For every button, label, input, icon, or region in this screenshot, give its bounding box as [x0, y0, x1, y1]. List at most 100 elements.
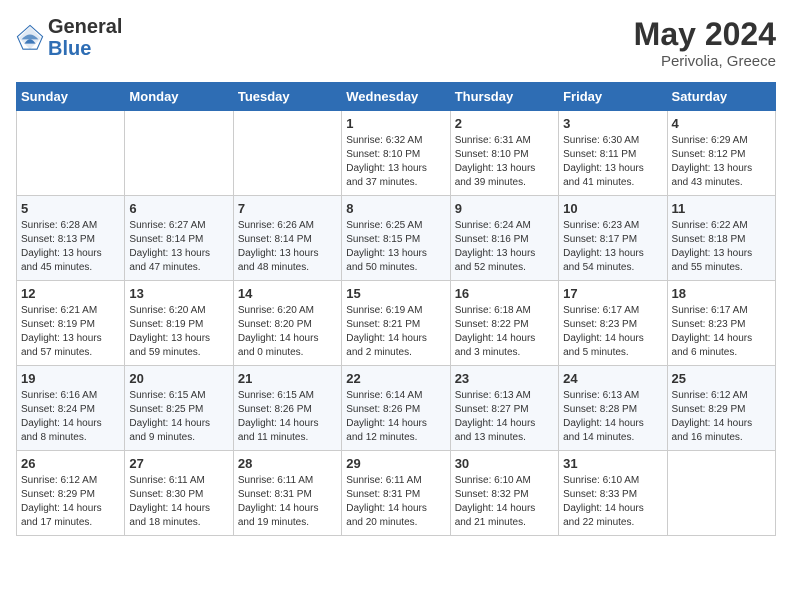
- day-info: Sunrise: 6:28 AM Sunset: 8:13 PM Dayligh…: [21, 219, 120, 275]
- table-row: 20 Sunrise: 6:15 AM Sunset: 8:25 PM Dayli…: [125, 366, 233, 451]
- table-row: 29 Sunrise: 6:11 AM Sunset: 8:31 PM Dayli…: [342, 451, 450, 536]
- day-info: Sunrise: 6:16 AM Sunset: 8:24 PM Dayligh…: [21, 389, 120, 445]
- day-info: Sunrise: 6:17 AM Sunset: 8:23 PM Dayligh…: [672, 304, 771, 360]
- day-info: Sunrise: 6:11 AM Sunset: 8:30 PM Dayligh…: [129, 474, 228, 530]
- day-info: Sunrise: 6:11 AM Sunset: 8:31 PM Dayligh…: [238, 474, 337, 530]
- table-row: 26 Sunrise: 6:12 AM Sunset: 8:29 PM Dayli…: [17, 451, 125, 536]
- table-row: 31 Sunrise: 6:10 AM Sunset: 8:33 PM Dayli…: [559, 451, 667, 536]
- header-friday: Friday: [559, 83, 667, 111]
- day-info: Sunrise: 6:22 AM Sunset: 8:18 PM Dayligh…: [672, 219, 771, 275]
- day-number: 3: [563, 116, 662, 131]
- day-info: Sunrise: 6:31 AM Sunset: 8:10 PM Dayligh…: [455, 134, 554, 190]
- table-row: 5 Sunrise: 6:28 AM Sunset: 8:13 PM Daylig…: [17, 196, 125, 281]
- day-number: 25: [672, 371, 771, 386]
- table-row: 17 Sunrise: 6:17 AM Sunset: 8:23 PM Dayli…: [559, 281, 667, 366]
- day-number: 20: [129, 371, 228, 386]
- day-number: 1: [346, 116, 445, 131]
- logo-blue-text: Blue: [48, 38, 91, 60]
- header-tuesday: Tuesday: [233, 83, 341, 111]
- table-row: [667, 451, 775, 536]
- calendar-week-row: 19 Sunrise: 6:16 AM Sunset: 8:24 PM Dayli…: [17, 366, 776, 451]
- day-info: Sunrise: 6:12 AM Sunset: 8:29 PM Dayligh…: [21, 474, 120, 530]
- table-row: 19 Sunrise: 6:16 AM Sunset: 8:24 PM Dayli…: [17, 366, 125, 451]
- day-info: Sunrise: 6:14 AM Sunset: 8:26 PM Dayligh…: [346, 389, 445, 445]
- table-row: 18 Sunrise: 6:17 AM Sunset: 8:23 PM Dayli…: [667, 281, 775, 366]
- day-info: Sunrise: 6:20 AM Sunset: 8:19 PM Dayligh…: [129, 304, 228, 360]
- location-subtitle: Perivolia, Greece: [634, 53, 776, 70]
- table-row: 14 Sunrise: 6:20 AM Sunset: 8:20 PM Dayli…: [233, 281, 341, 366]
- day-info: Sunrise: 6:11 AM Sunset: 8:31 PM Dayligh…: [346, 474, 445, 530]
- day-info: Sunrise: 6:10 AM Sunset: 8:33 PM Dayligh…: [563, 474, 662, 530]
- table-row: 9 Sunrise: 6:24 AM Sunset: 8:16 PM Daylig…: [450, 196, 558, 281]
- table-row: 13Sunrise: 6:20 AM Sunset: 8:19 PM Dayli…: [125, 281, 233, 366]
- day-number: 29: [346, 456, 445, 471]
- header-sunday: Sunday: [17, 83, 125, 111]
- day-number: 8: [346, 201, 445, 216]
- table-row: 28 Sunrise: 6:11 AM Sunset: 8:31 PM Dayli…: [233, 451, 341, 536]
- table-row: 3 Sunrise: 6:30 AM Sunset: 8:11 PM Daylig…: [559, 111, 667, 196]
- day-number: 24: [563, 371, 662, 386]
- month-year-title: May 2024: [634, 16, 776, 53]
- calendar-week-row: 5 Sunrise: 6:28 AM Sunset: 8:13 PM Daylig…: [17, 196, 776, 281]
- calendar-week-row: 26 Sunrise: 6:12 AM Sunset: 8:29 PM Dayli…: [17, 451, 776, 536]
- day-number: 5: [21, 201, 120, 216]
- table-row: 4Sunrise: 6:29 AM Sunset: 8:12 PM Daylig…: [667, 111, 775, 196]
- table-row: 15 Sunrise: 6:19 AM Sunset: 8:21 PM Dayli…: [342, 281, 450, 366]
- day-info: Sunrise: 6:15 AM Sunset: 8:26 PM Dayligh…: [238, 389, 337, 445]
- day-number: 15: [346, 286, 445, 301]
- table-row: [233, 111, 341, 196]
- day-info: Sunrise: 6:24 AM Sunset: 8:16 PM Dayligh…: [455, 219, 554, 275]
- day-number: 11: [672, 201, 771, 216]
- table-row: 7Sunrise: 6:26 AM Sunset: 8:14 PM Daylig…: [233, 196, 341, 281]
- day-number: 14: [238, 286, 337, 301]
- day-number: 12: [21, 286, 120, 301]
- table-row: 2Sunrise: 6:31 AM Sunset: 8:10 PM Daylig…: [450, 111, 558, 196]
- table-row: 11 Sunrise: 6:22 AM Sunset: 8:18 PM Dayli…: [667, 196, 775, 281]
- logo: General Blue: [16, 16, 122, 60]
- table-row: 1 Sunrise: 6:32 AM Sunset: 8:10 PM Daylig…: [342, 111, 450, 196]
- day-info: Sunrise: 6:25 AM Sunset: 8:15 PM Dayligh…: [346, 219, 445, 275]
- day-number: 17: [563, 286, 662, 301]
- day-info: Sunrise: 6:19 AM Sunset: 8:21 PM Dayligh…: [346, 304, 445, 360]
- title-block: May 2024 Perivolia, Greece: [634, 16, 776, 70]
- header-wednesday: Wednesday: [342, 83, 450, 111]
- day-number: 22: [346, 371, 445, 386]
- day-info: Sunrise: 6:30 AM Sunset: 8:11 PM Dayligh…: [563, 134, 662, 190]
- table-row: 6Sunrise: 6:27 AM Sunset: 8:14 PM Daylig…: [125, 196, 233, 281]
- day-info: Sunrise: 6:29 AM Sunset: 8:12 PM Dayligh…: [672, 134, 771, 190]
- day-number: 28: [238, 456, 337, 471]
- table-row: 22 Sunrise: 6:14 AM Sunset: 8:26 PM Dayli…: [342, 366, 450, 451]
- calendar-week-row: 1 Sunrise: 6:32 AM Sunset: 8:10 PM Daylig…: [17, 111, 776, 196]
- calendar-table: Sunday Monday Tuesday Wednesday Thursday…: [16, 82, 776, 536]
- table-row: 12Sunrise: 6:21 AM Sunset: 8:19 PM Dayli…: [17, 281, 125, 366]
- table-row: 27Sunrise: 6:11 AM Sunset: 8:30 PM Dayli…: [125, 451, 233, 536]
- day-info: Sunrise: 6:23 AM Sunset: 8:17 PM Dayligh…: [563, 219, 662, 275]
- day-number: 9: [455, 201, 554, 216]
- day-number: 18: [672, 286, 771, 301]
- logo-text: General Blue: [48, 16, 122, 60]
- page-header: General Blue May 2024 Perivolia, Greece: [16, 16, 776, 70]
- day-info: Sunrise: 6:17 AM Sunset: 8:23 PM Dayligh…: [563, 304, 662, 360]
- calendar-week-row: 12Sunrise: 6:21 AM Sunset: 8:19 PM Dayli…: [17, 281, 776, 366]
- day-info: Sunrise: 6:18 AM Sunset: 8:22 PM Dayligh…: [455, 304, 554, 360]
- day-number: 26: [21, 456, 120, 471]
- table-row: 24Sunrise: 6:13 AM Sunset: 8:28 PM Dayli…: [559, 366, 667, 451]
- day-info: Sunrise: 6:13 AM Sunset: 8:27 PM Dayligh…: [455, 389, 554, 445]
- day-info: Sunrise: 6:20 AM Sunset: 8:20 PM Dayligh…: [238, 304, 337, 360]
- day-number: 16: [455, 286, 554, 301]
- table-row: 25Sunrise: 6:12 AM Sunset: 8:29 PM Dayli…: [667, 366, 775, 451]
- table-row: [17, 111, 125, 196]
- table-row: 21 Sunrise: 6:15 AM Sunset: 8:26 PM Dayli…: [233, 366, 341, 451]
- day-number: 31: [563, 456, 662, 471]
- header-saturday: Saturday: [667, 83, 775, 111]
- day-number: 21: [238, 371, 337, 386]
- day-info: Sunrise: 6:27 AM Sunset: 8:14 PM Dayligh…: [129, 219, 228, 275]
- table-row: 8 Sunrise: 6:25 AM Sunset: 8:15 PM Daylig…: [342, 196, 450, 281]
- day-number: 10: [563, 201, 662, 216]
- day-info: Sunrise: 6:15 AM Sunset: 8:25 PM Dayligh…: [129, 389, 228, 445]
- day-info: Sunrise: 6:32 AM Sunset: 8:10 PM Dayligh…: [346, 134, 445, 190]
- header-thursday: Thursday: [450, 83, 558, 111]
- day-info: Sunrise: 6:26 AM Sunset: 8:14 PM Dayligh…: [238, 219, 337, 275]
- day-number: 19: [21, 371, 120, 386]
- day-number: 23: [455, 371, 554, 386]
